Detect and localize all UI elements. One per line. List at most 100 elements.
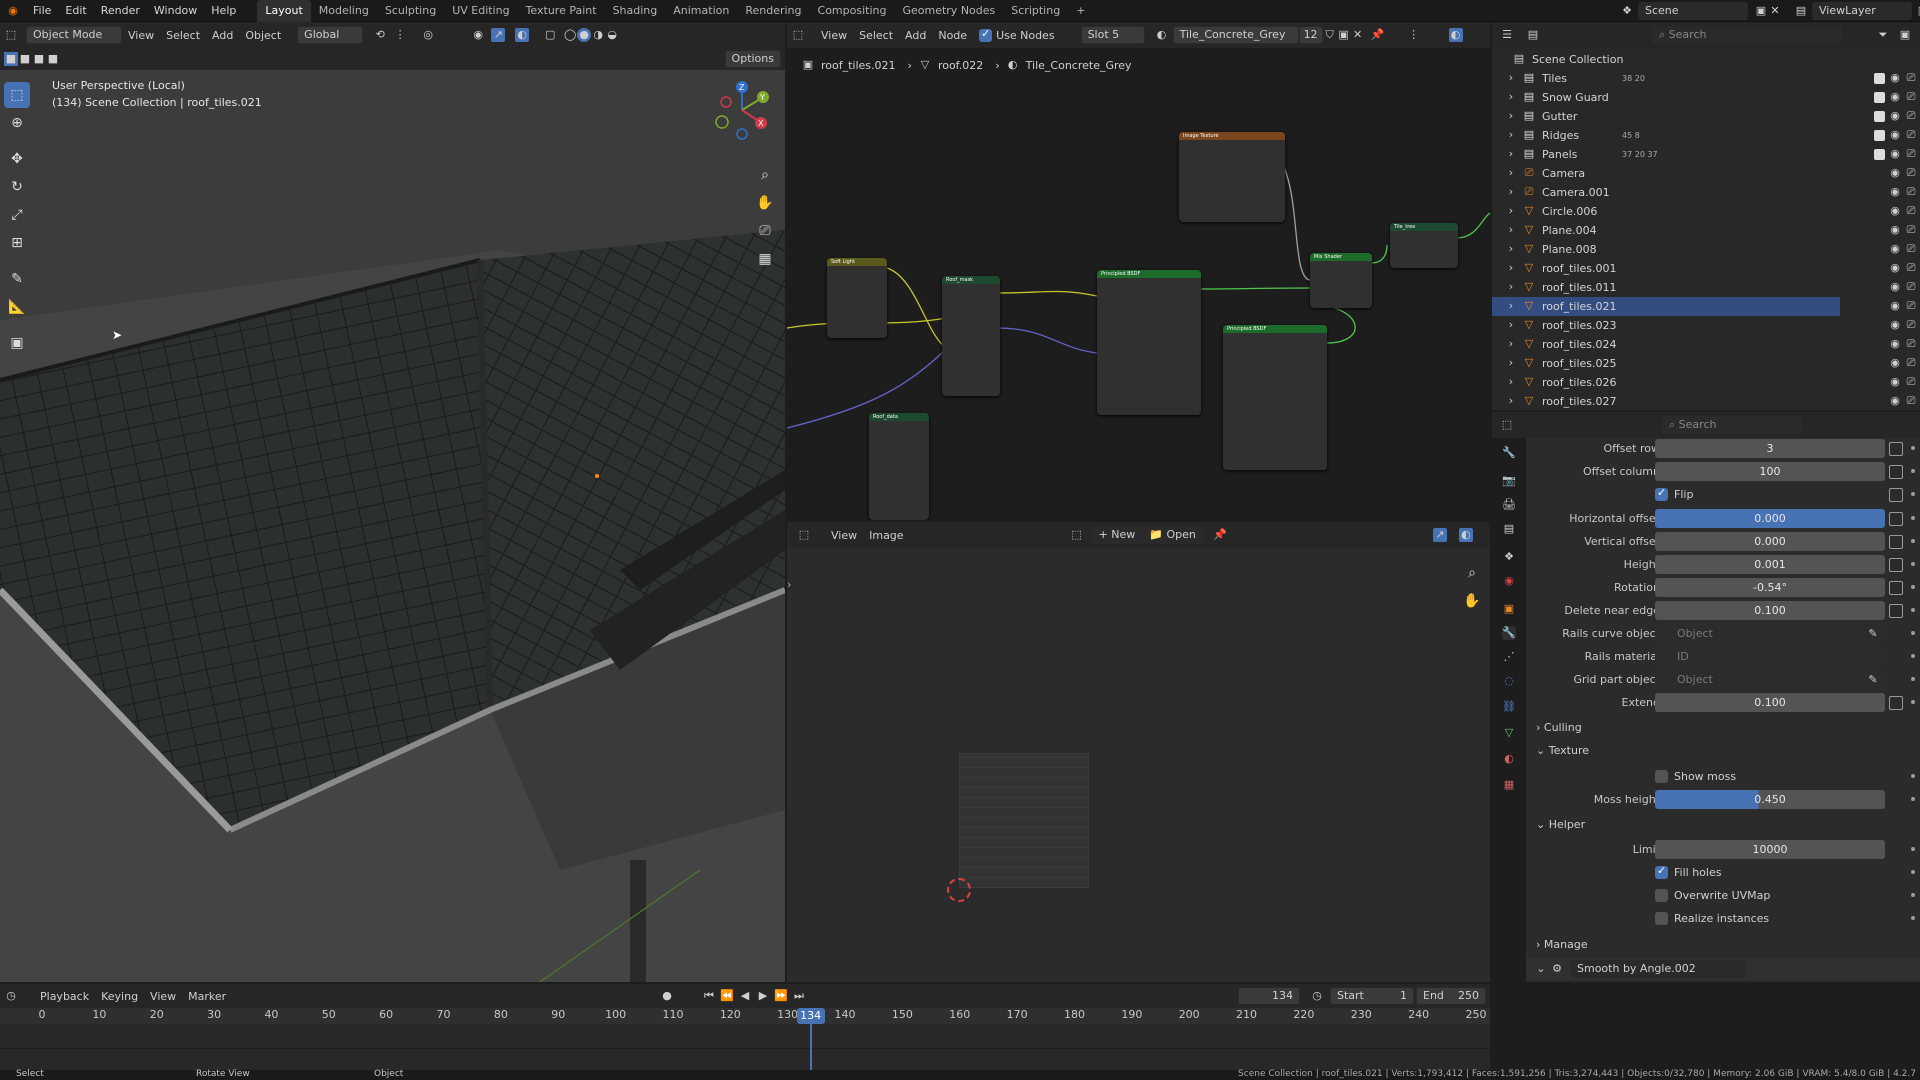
node-editor-type-icon[interactable]: ⬚ [791,28,805,42]
camera-render-icon[interactable]: ⎚ [1904,242,1918,256]
node-canvas[interactable]: ▣ roof_tiles.021 › ▽ roof.022 › ◐ Tile_C… [787,48,1490,520]
object-tab-icon[interactable]: ▣ [1502,602,1516,616]
blender-logo-icon[interactable]: ◉ [6,4,20,18]
eye-icon[interactable]: ◉ [1888,204,1902,218]
tab-texture-paint[interactable]: Texture Paint [518,0,605,22]
manage-section[interactable]: › Manage [1536,934,1588,956]
eyedropper-icon[interactable]: ✎ [1866,627,1880,641]
eye-icon[interactable]: ◉ [1888,242,1902,256]
render-tab-icon[interactable]: 📷 [1502,474,1516,488]
keyframe-icon[interactable] [1889,696,1903,710]
outliner-item[interactable]: › ▤ Ridges 45 8 ◉ ⎚ [1492,126,1916,145]
physics-tab-icon[interactable]: ◌ [1502,674,1516,688]
timeline-menu-playback[interactable]: Playback [34,990,95,1003]
tab-animation[interactable]: Animation [665,0,737,22]
extend-field[interactable]: 0.100 [1655,693,1885,712]
node-roof-mask[interactable]: Roof_mask [942,276,1000,396]
delete-near-edge-field[interactable]: 0.100 [1655,601,1885,620]
camera-render-icon[interactable]: ⎚ [1904,147,1918,161]
particles-tab-icon[interactable]: ⋰ [1502,650,1516,664]
jump-keyframe-back-icon[interactable]: ⏪ [720,989,734,1003]
camera-render-icon[interactable]: ⎚ [1904,280,1918,294]
eye-icon[interactable]: ◉ [1888,394,1902,408]
eye-icon[interactable]: ◉ [1888,261,1902,275]
current-frame-field[interactable]: 134 [1238,987,1300,1005]
keyframe-icon[interactable] [1889,535,1903,549]
transform-orientation-dropdown[interactable]: Global [297,26,364,44]
node-principled-bsdf-2[interactable]: Principled BSDF [1223,325,1327,470]
expand-icon[interactable]: › [1504,223,1518,237]
expand-icon[interactable]: › [1504,299,1518,313]
menu-help[interactable]: Help [204,0,243,22]
overwrite-uvmap-checkbox[interactable] [1655,889,1668,902]
shading-material-icon[interactable]: ◑ [591,28,605,42]
keyframe-dot-icon[interactable] [1911,797,1915,801]
node-soft-light[interactable]: Soft Light [827,258,887,338]
ortho-toggle-icon[interactable]: ▦ [752,246,778,272]
horizontal-offset-field[interactable]: 0.000 [1655,509,1885,528]
use-nodes-checkbox[interactable] [979,27,993,42]
image-gizmo-icon[interactable]: ↗ [1432,528,1447,542]
modifier-tab-icon[interactable]: 🔧 [1502,626,1516,640]
select-mode-extend-icon[interactable]: ■ [18,52,32,66]
expand-icon[interactable]: › [1504,147,1518,161]
new-collection-icon[interactable]: ▣ [1898,28,1912,42]
show-moss-checkbox[interactable] [1655,770,1668,783]
expand-icon[interactable]: › [1504,204,1518,218]
display-mode-icon[interactable]: ▤ [1526,28,1540,42]
vertical-offset-field[interactable]: 0.000 [1655,532,1885,551]
tab-modeling[interactable]: Modeling [311,0,377,22]
constraints-tab-icon[interactable]: ⛓ [1502,700,1516,714]
moss-height-slider[interactable]: 0.450 [1655,790,1885,809]
material-name-field[interactable]: Tile_Concrete_Grey [1172,26,1299,44]
tool-tab-icon[interactable]: 🔧 [1502,446,1516,460]
camera-render-icon[interactable]: ⎚ [1904,185,1918,199]
expand-icon[interactable]: › [1504,375,1518,389]
timeline-menu-marker[interactable]: Marker [182,990,232,1003]
scene-tab-icon[interactable]: ❖ [1502,550,1516,564]
rotation-field[interactable]: -0.54° [1655,578,1885,597]
eye-icon[interactable]: ◉ [1888,280,1902,294]
unlink-material-icon[interactable]: ✕ [1351,28,1365,42]
camera-render-icon[interactable]: ⎚ [1904,71,1918,85]
cursor-tool-icon[interactable]: ⊕ [4,110,30,136]
keyframe-dot-icon[interactable] [1911,446,1915,450]
modifier-name-field[interactable]: Smooth by Angle.002 [1570,960,1746,978]
outliner-search-input[interactable]: ⌕ Search [1652,26,1842,44]
measure-tool-icon[interactable]: 📐 [4,294,30,320]
proportional-edit-icon[interactable]: ◎ [421,28,435,42]
realize-instances-checkbox[interactable] [1655,912,1668,925]
camera-render-icon[interactable]: ⎚ [1904,299,1918,313]
keyframe-icon[interactable] [1889,488,1903,502]
viewport-menu-add[interactable]: Add [206,29,239,42]
expand-icon[interactable]: › [1504,318,1518,332]
expand-icon[interactable]: › [1504,185,1518,199]
jump-end-icon[interactable]: ⏭ [792,989,806,1003]
camera-render-icon[interactable]: ⎚ [1904,318,1918,332]
keyframe-dot-icon[interactable] [1911,893,1915,897]
outliner-item[interactable]: › ▽ Circle.006 ◉ ⎚ [1492,202,1916,221]
editor-type-icon[interactable]: ⬚ [4,28,18,42]
node-menu-add[interactable]: Add [899,29,932,42]
outliner-item[interactable]: › ▽ roof_tiles.001 ◉ ⎚ [1492,259,1916,278]
timeline-canvas[interactable]: 0 10 20 30 40 50 60 70 80 90 100 110 120 130 140 150 160… [0,1008,1490,1070]
move-tool-icon[interactable]: ✥ [4,146,30,172]
viewport-canvas[interactable]: User Perspective (Local) (134) Scene Col… [0,70,785,982]
options-dropdown[interactable]: Options [724,50,781,68]
visibility-icon[interactable]: ◉ [471,28,485,42]
fill-holes-checkbox[interactable] [1655,864,1668,879]
keyframe-dot-icon[interactable] [1911,677,1915,681]
tab-rendering[interactable]: Rendering [737,0,809,22]
exclude-checkbox[interactable] [1874,130,1885,141]
expand-icon[interactable]: › [1504,261,1518,275]
select-mode-new-icon[interactable]: ■ [4,52,18,66]
new-image-button[interactable]: + New [1091,526,1143,544]
tab-shading[interactable]: Shading [605,0,666,22]
camera-render-icon[interactable]: ⎚ [1904,356,1918,370]
camera-render-icon[interactable]: ⎚ [1904,223,1918,237]
image-pan-icon[interactable]: ✋ [1459,588,1485,614]
outliner-item[interactable]: › ▽ roof_tiles.024 ◉ ⎚ [1492,335,1916,354]
offset-column-field[interactable]: 100 [1655,462,1885,481]
outliner-item[interactable]: › ▽ roof_tiles.021 ◉ ⎚ [1492,297,1915,316]
2d-cursor-icon[interactable] [947,878,971,902]
